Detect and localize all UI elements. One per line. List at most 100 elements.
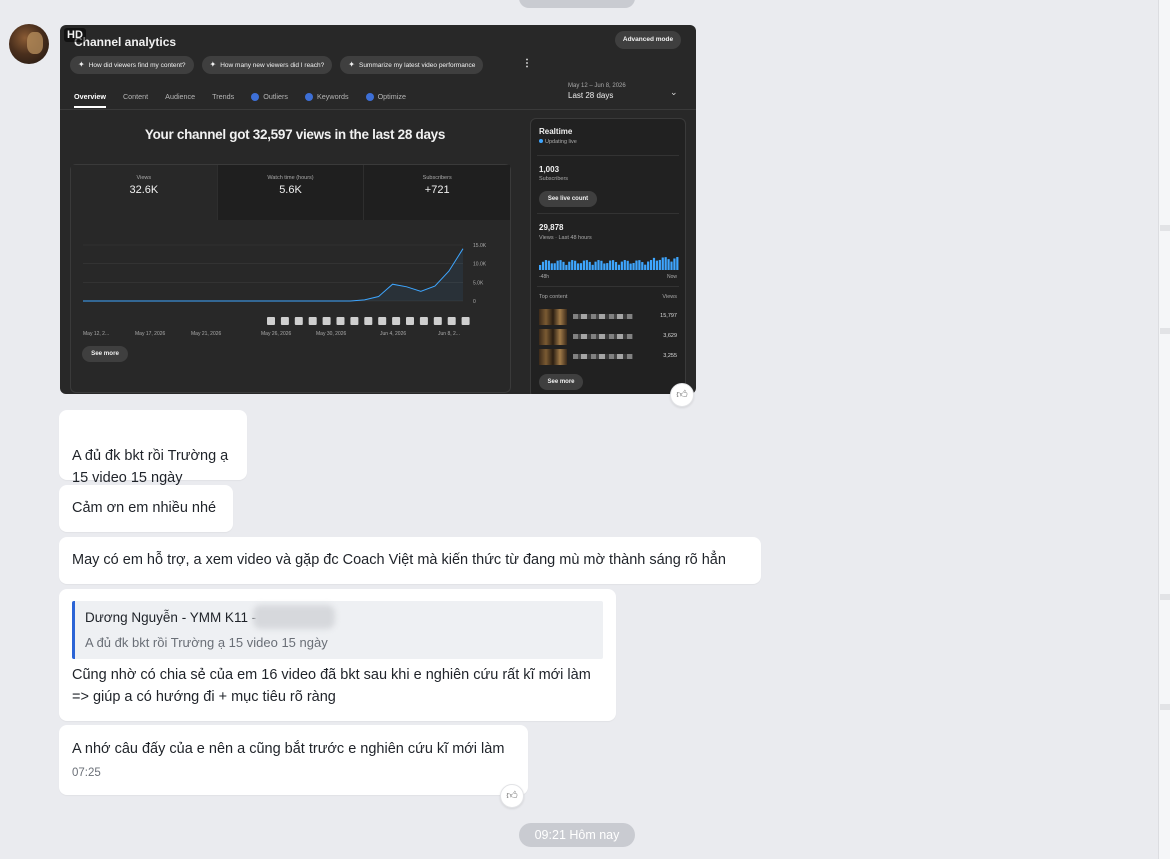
realtime-bar — [568, 261, 571, 270]
video-marker — [294, 317, 303, 325]
realtime-bar — [623, 260, 626, 270]
realtime-bar — [661, 257, 664, 270]
video-marker — [392, 317, 401, 325]
top-content-item: 15,797 — [539, 309, 677, 325]
x-tick-label: May 21, 2026 — [191, 331, 222, 337]
sparkle-icon: ✦ — [78, 60, 85, 69]
realtime-bar — [658, 259, 661, 270]
analytics-screenshot-image[interactable]: HD Channel analytics Advanced mode ✦ How … — [60, 25, 696, 394]
realtime-bar — [641, 262, 644, 270]
x-tick-label: May 12, 2... — [83, 331, 109, 337]
realtime-bar — [632, 263, 635, 270]
top-content-item: 3,629 — [539, 329, 677, 345]
metric-watch-time: Watch time (hours) 5.6K — [217, 165, 365, 220]
x-tick-label: Jun 4, 2026 — [380, 331, 406, 337]
realtime-bar — [612, 260, 615, 270]
tab-trends: Trends — [212, 92, 235, 101]
realtime-bar — [629, 263, 632, 270]
realtime-bar — [647, 261, 650, 270]
time-divider: 09:21 Hôm nay — [519, 823, 635, 847]
realtime-subscribers: 1,003 — [539, 165, 560, 174]
series-area — [83, 248, 463, 301]
like-icon[interactable]: 👍︎ — [500, 784, 524, 808]
channel-analytics-title: Channel analytics — [74, 35, 177, 49]
tab-optimize: Optimize — [365, 92, 406, 108]
realtime-bar — [559, 260, 562, 270]
top-content-header: Top content Views — [539, 294, 677, 300]
video-marker — [447, 317, 456, 325]
realtime-views: 29,878 — [539, 223, 564, 232]
video-marker — [350, 317, 359, 325]
views-line-chart: 15.0K 10.0K 5.0K 0 May 12, 2... May 17, 2026 M… — [83, 243, 487, 337]
realtime-bar — [576, 263, 580, 270]
realtime-panel: Realtime Updating live 1,003 Subscribers… — [530, 118, 686, 394]
video-marker — [406, 317, 414, 325]
chip-new-viewers: ✦ How many new viewers did I reach? — [201, 56, 333, 74]
message-bubble[interactable]: A đủ đk bkt rồi Trường ạ 15 video 15 ngà… — [59, 410, 247, 486]
realtime-bar — [664, 257, 667, 270]
quoted-message[interactable]: Dương Nguyễn - YMM K11 - A đủ đk bkt rồi… — [72, 601, 603, 659]
see-more-button: See more — [539, 374, 583, 390]
realtime-axis: -48h Now — [539, 274, 677, 280]
realtime-bar — [553, 263, 556, 270]
sender-avatar[interactable] — [9, 24, 49, 64]
realtime-title: Realtime — [539, 127, 573, 136]
realtime-bar — [579, 263, 583, 270]
x-tick-label: May 30, 2026 — [316, 331, 347, 337]
realtime-bar — [600, 260, 603, 270]
realtime-views-bars — [539, 257, 679, 270]
realtime-bar — [591, 264, 594, 270]
message-bubble[interactable]: Cảm ơn em nhiều nhé — [59, 485, 233, 532]
updating-live-label: Updating live — [539, 139, 577, 145]
realtime-bar — [547, 260, 550, 270]
video-marker — [280, 317, 289, 325]
y-tick-label: 15.0K — [473, 243, 487, 249]
realtime-bar — [626, 260, 629, 270]
realtime-bar — [673, 258, 676, 270]
advanced-mode-button: Advanced mode — [615, 31, 681, 49]
video-marker — [308, 317, 317, 325]
like-icon[interactable]: 👍︎ — [670, 383, 694, 407]
y-tick-label: 5.0K — [473, 280, 484, 286]
realtime-bar — [544, 260, 548, 270]
tab-keywords: Keywords — [305, 92, 349, 108]
chip-find-content: ✦ How did viewers find my content? — [70, 56, 194, 74]
message-text: A đủ đk bkt rồi Trường ạ 15 video 15 ngà… — [72, 448, 229, 486]
right-scroll-rail[interactable] — [1158, 0, 1170, 859]
realtime-bar — [635, 260, 638, 270]
realtime-bar — [571, 260, 574, 270]
metrics-row: Views 32.6K Watch time (hours) 5.6K Subs… — [71, 165, 511, 220]
x-tick-label: Jun 8, 2... — [438, 331, 460, 337]
hd-badge: HD — [64, 28, 86, 42]
keywords-icon — [305, 92, 314, 101]
realtime-bar — [655, 260, 658, 270]
realtime-bar — [649, 260, 653, 270]
realtime-bar — [574, 260, 577, 270]
suggestion-chips: ✦ How did viewers find my content? ✦ How m… — [70, 56, 484, 74]
chevron-down-icon: ⌄ — [670, 87, 678, 97]
realtime-bar — [617, 264, 621, 270]
video-marker — [322, 317, 331, 325]
video-marker — [433, 317, 442, 325]
realtime-bar — [614, 261, 618, 270]
message-bubble[interactable]: A nhớ câu đấy của e nên a cũng bắt trước… — [59, 725, 528, 795]
tab-overview: Overview — [74, 92, 106, 108]
tab-audience: Audience — [165, 92, 196, 101]
metric-subscribers: Subscribers +721 — [364, 165, 511, 220]
message-bubble[interactable]: May có em hỗ trợ, a xem video và gặp đc … — [59, 537, 761, 584]
message-text: Cũng nhờ có chia sẻ của em 16 video đã b… — [72, 667, 591, 705]
realtime-bar — [620, 261, 623, 270]
realtime-bar — [539, 265, 542, 270]
y-tick-label: 10.0K — [473, 262, 487, 268]
more-vert-icon: ⋮ — [522, 58, 532, 69]
realtime-bar — [541, 261, 545, 270]
realtime-bar — [603, 263, 606, 270]
sparkle-icon: ✦ — [348, 60, 355, 69]
chip-summarize: ✦ Summarize my latest video performance — [340, 56, 484, 74]
message-text: A nhớ câu đấy của e nên a cũng bắt trước… — [72, 741, 505, 757]
views-headline: Your channel got 32,597 views in the las… — [144, 127, 446, 142]
video-marker — [419, 317, 428, 325]
see-more-button: See more — [82, 346, 128, 362]
video-marker — [336, 317, 345, 325]
realtime-bar — [606, 263, 609, 270]
